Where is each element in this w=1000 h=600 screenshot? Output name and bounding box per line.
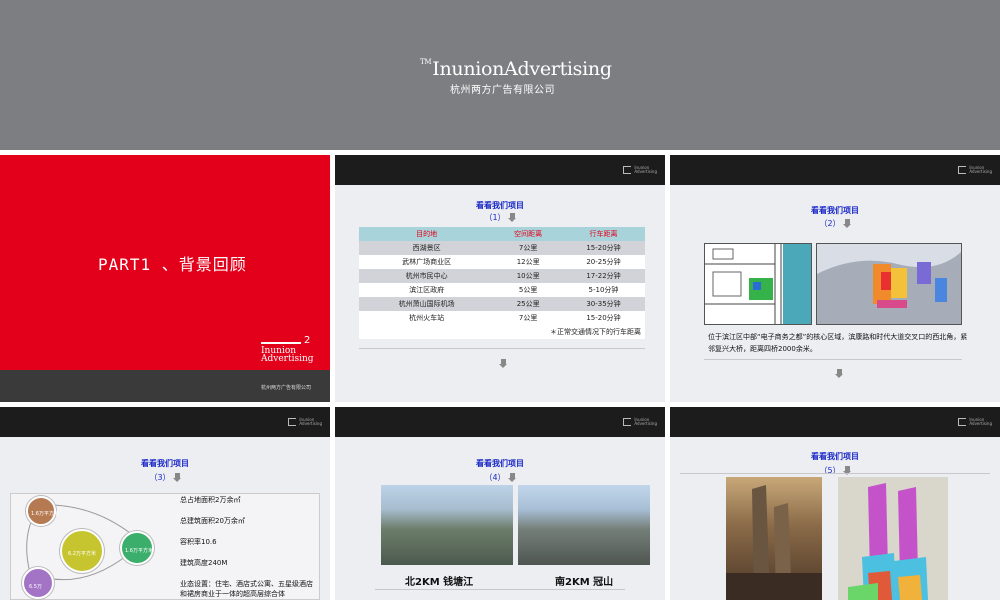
stat-item: 业态设置：住宅、酒店式公寓、五星级酒店和裙房商业于一体的超高层综合体	[180, 580, 313, 598]
brand-mark-icon: Inunion Advertising	[288, 418, 322, 426]
divider	[359, 348, 645, 349]
slide-thumbnail-5[interactable]: Inunion Advertising 看看我们项目 （4） 北2KM 钱塘江 南…	[335, 407, 665, 600]
photo-caption: 北2KM 钱塘江	[405, 577, 474, 588]
photo-caption: 南2KM 冠山	[555, 577, 614, 588]
city-photo-south	[518, 485, 650, 565]
inunion-logo: Inunion Advertising	[261, 346, 314, 364]
site-plan-image	[704, 243, 812, 325]
company-name-cn: 杭州两方广告有限公司	[450, 85, 555, 96]
brand-name: TMInunionAdvertising	[420, 58, 612, 80]
slide-title: PART1 、背景回顾	[98, 255, 247, 274]
slide-thumbnail-1[interactable]: PART1 、背景回顾 2 Inunion Advertising 杭州两方广告…	[0, 155, 330, 402]
slide-topbar: Inunion Advertising	[335, 155, 665, 185]
table-row: 杭州萧山国际机场 25公里 30-35分钟	[359, 297, 645, 311]
stat-item: 容积率10.6	[180, 538, 217, 546]
table-note: ＊正常交通情况下的行车距离	[359, 325, 645, 339]
slide-topbar: Inunion Advertising	[670, 407, 1000, 437]
brand-mark-icon: Inunion Advertising	[623, 418, 657, 426]
distance-table: 目的地 空间距离 行车距离 西湖景区 7公里 15-20分钟 武林广场商业区 12公里…	[359, 227, 645, 325]
slide-title: 看看我们项目	[811, 206, 859, 215]
down-arrow-icon	[842, 219, 851, 228]
slide-number: （3）	[0, 472, 330, 483]
down-arrow-icon	[497, 353, 507, 372]
slide-title: 看看我们项目	[476, 201, 524, 210]
table-row: 武林广场商业区 12公里 20-25分钟	[359, 255, 645, 269]
table-row: 杭州市民中心 10公里 17-22分钟	[359, 269, 645, 283]
brand-mark-icon: Inunion Advertising	[958, 418, 992, 426]
table-row: 滨江区政府 5公里 5-10分钟	[359, 283, 645, 297]
slide-number: （1）	[335, 212, 665, 223]
stat-item: 总占地面积2万余㎡	[180, 496, 241, 504]
brand-mark-icon: Inunion Advertising	[623, 166, 657, 174]
slide-title: 看看我们项目	[476, 459, 524, 468]
column-header: 空间距离	[494, 227, 562, 241]
down-arrow-icon	[172, 473, 181, 482]
slide-thumbnail-2[interactable]: Inunion Advertising 看看我们项目 （1） 目的地 空间距离 行…	[335, 155, 665, 402]
footer-text: 杭州两方广告有限公司	[261, 385, 312, 391]
area-circle: 1.6万平方米	[120, 531, 154, 565]
slide-thumbnail-3[interactable]: Inunion Advertising 看看我们项目 （2） 位于滨江区中部“电…	[670, 155, 1000, 402]
area-circle: 6.2万平方米	[60, 529, 104, 573]
district-map-image	[816, 243, 962, 325]
area-circle: 1.6万平方米	[26, 496, 59, 526]
city-photo-north	[381, 485, 513, 565]
slide-number: （4）	[335, 472, 665, 483]
slide-topbar: Inunion Advertising	[670, 155, 1000, 185]
table-row: 西湖景区 7公里 15-20分钟	[359, 241, 645, 255]
location-description: 位于滨江区中部“电子商务之都”的核心区域，滨康路和时代大道交叉口的西北角，紧邻复…	[708, 333, 968, 353]
slide-topbar: Inunion Advertising	[0, 407, 330, 437]
slide-topbar: Inunion Advertising	[335, 407, 665, 437]
slide-title: 看看我们项目	[141, 459, 189, 468]
area-circle: 6.5万	[22, 567, 54, 599]
divider	[680, 473, 990, 474]
slide-number: （2）	[670, 218, 1000, 229]
down-arrow-icon	[833, 363, 843, 382]
company-logo: TMInunionAdvertising 杭州两方广告有限公司	[420, 58, 612, 96]
down-arrow-icon	[507, 473, 516, 482]
slide-footer: 杭州两方广告有限公司	[0, 370, 330, 402]
column-header: 行车距离	[561, 227, 645, 241]
stat-item: 建筑高度240M	[180, 559, 228, 567]
slide-thumbnail-4[interactable]: Inunion Advertising 看看我们项目 （3） 1.6万平方米 6.…	[0, 407, 330, 600]
stat-item: 总建筑面积20万余㎡	[180, 517, 245, 525]
badge-number: 2	[304, 335, 311, 346]
table-row: 杭州火车站 7公里 15-20分钟	[359, 311, 645, 325]
slide-number: （5）	[670, 465, 1000, 476]
massing-model-image	[838, 477, 948, 600]
down-arrow-icon	[507, 213, 516, 222]
project-stats: 总占地面积2万余㎡ 总建筑面积20万余㎡ 容积率10.6 建筑高度240M 业态…	[180, 495, 318, 600]
tower-render-image	[726, 477, 822, 600]
brand-mark-icon: Inunion Advertising	[958, 166, 992, 174]
divider	[375, 589, 625, 590]
slide-title: 看看我们项目	[811, 452, 859, 461]
slide-thumbnail-6[interactable]: Inunion Advertising 看看我们项目 （5）	[670, 407, 1000, 600]
divider	[704, 359, 962, 360]
header-banner: TMInunionAdvertising 杭州两方广告有限公司	[0, 0, 1000, 150]
divider-line	[261, 342, 301, 344]
column-header: 目的地	[359, 227, 495, 241]
